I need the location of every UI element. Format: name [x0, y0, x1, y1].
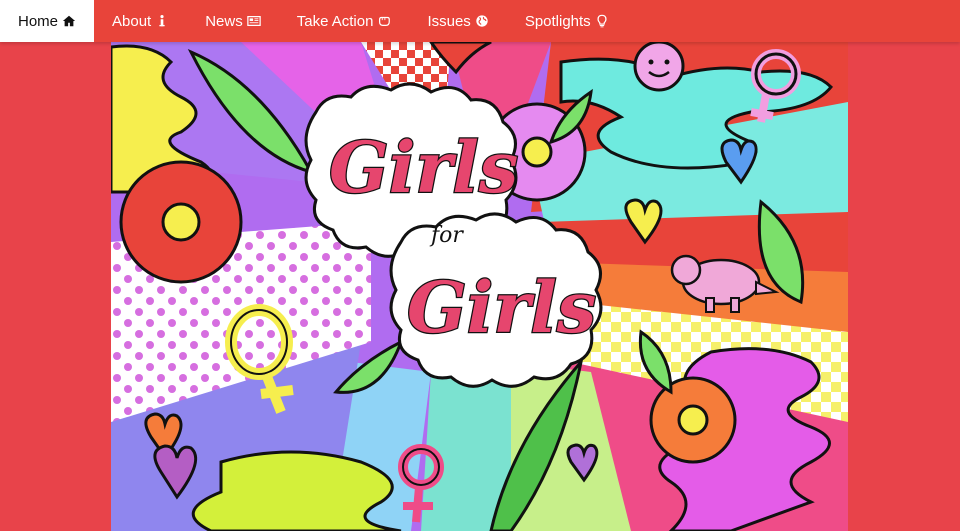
nav-home-label: Home: [18, 12, 59, 30]
globe-icon: [475, 14, 489, 28]
nav-spotlights[interactable]: Spotlights: [507, 0, 627, 42]
hero-title-line1: Girls: [329, 126, 518, 209]
nav-about[interactable]: About: [94, 0, 187, 42]
nav-issues[interactable]: Issues: [409, 0, 506, 42]
hero-illustration: Girls for Girls: [111, 42, 848, 531]
nav-news-label: News: [205, 12, 243, 30]
nav-about-label: About: [112, 12, 152, 30]
hero-title-for: for: [429, 223, 464, 248]
nav-take-action-label: Take Action: [296, 12, 374, 30]
hero-title-line2: Girls: [407, 266, 596, 349]
orange-flower-icon: [649, 376, 737, 464]
nav-take-action[interactable]: Take Action: [279, 0, 410, 42]
smiling-sun-icon: [633, 42, 685, 92]
home-icon: [62, 14, 76, 28]
girls-for-girls-artwork: Girls for Girls: [111, 42, 848, 531]
nav-home[interactable]: Home: [0, 0, 95, 42]
nav-news[interactable]: News: [187, 0, 279, 42]
red-flower-icon: [119, 160, 243, 284]
newspaper-icon: [246, 14, 261, 28]
top-navbar: Home About News Take Action Issues Spotl…: [0, 0, 960, 42]
nav-issues-label: Issues: [427, 12, 471, 30]
hand-icon: [377, 14, 391, 28]
nav-spotlights-label: Spotlights: [524, 12, 591, 30]
info-icon: [155, 14, 169, 28]
lightbulb-icon: [595, 14, 609, 28]
